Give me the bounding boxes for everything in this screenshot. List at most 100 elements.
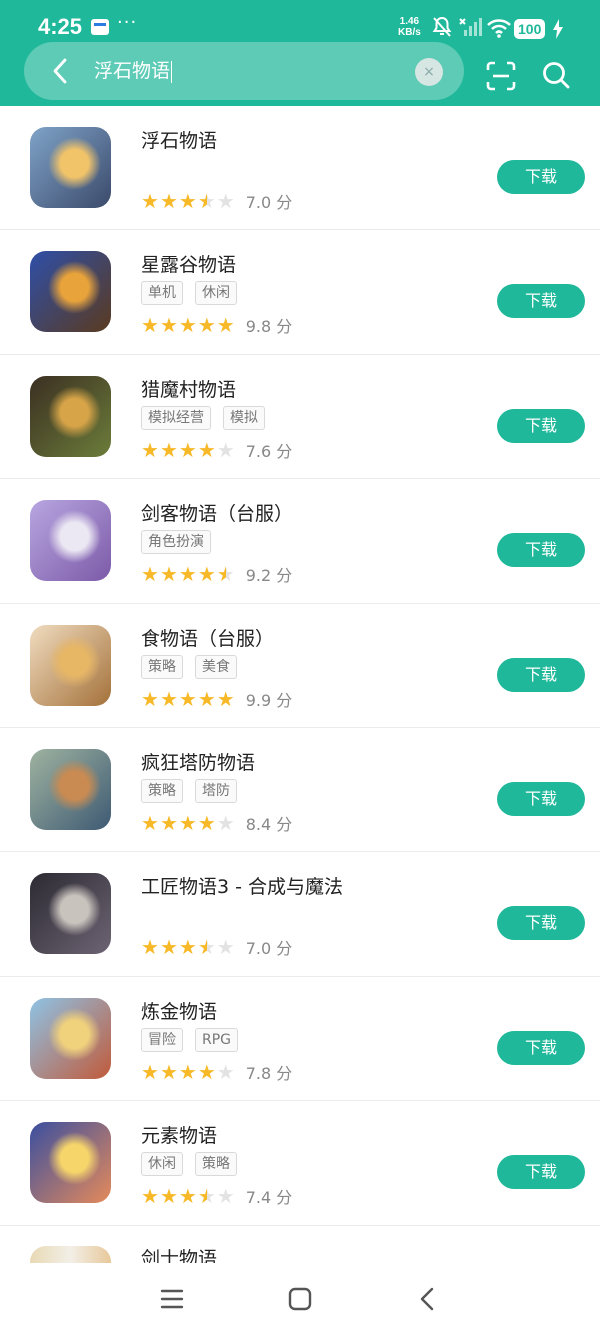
app-icon[interactable] xyxy=(30,748,111,830)
star-icon: ★ xyxy=(197,810,216,835)
wifi-icon xyxy=(487,19,511,38)
app-tag: 策略 xyxy=(141,778,183,803)
app-tag: 休闲 xyxy=(141,1152,183,1177)
scan-icon[interactable] xyxy=(485,60,517,92)
star-icon: ★ xyxy=(141,686,159,711)
app-title[interactable]: 工匠物语3 - 合成与魔法 xyxy=(141,872,343,899)
app-icon[interactable] xyxy=(30,375,111,457)
download-button[interactable]: 下载 xyxy=(497,284,585,319)
star-icon: ★ xyxy=(141,935,159,960)
app-tag: 策略 xyxy=(195,1152,237,1177)
star-icon: ★ xyxy=(178,189,197,213)
download-button[interactable]: 下载 xyxy=(497,657,585,692)
rating-score: 9.8 分 xyxy=(245,317,293,337)
app-tag: 冒险 xyxy=(141,1027,183,1052)
app-icon[interactable] xyxy=(30,127,111,208)
app-tag: 塔防 xyxy=(195,778,237,803)
rating-score: 7.0 分 xyxy=(245,193,293,212)
star-rating: ★ ★ ★ ★ ★ 7.6 分 xyxy=(141,438,292,462)
search-icon[interactable] xyxy=(541,60,571,90)
rating-score: 7.6 分 xyxy=(245,441,293,461)
home-icon[interactable] xyxy=(284,1283,316,1315)
star-icon: ★ xyxy=(141,313,159,338)
star-icon: ★ xyxy=(159,810,178,835)
back-arrow-icon[interactable] xyxy=(46,56,76,86)
app-title[interactable]: 食物语（台服） xyxy=(141,624,274,651)
star-icon: ★ xyxy=(197,562,216,587)
star-icon: ★ xyxy=(159,1059,178,1084)
app-tags: 角色扮演 xyxy=(141,530,211,555)
app-list-item[interactable]: 疯狂塔防物语 策略 塔防 ★ ★ ★ ★ ★ 8.4 分 下载 xyxy=(0,728,600,853)
back-nav-icon[interactable] xyxy=(412,1283,444,1315)
star-icon: ★ xyxy=(216,810,235,835)
star-icon: ★ xyxy=(141,810,159,835)
status-time: 4:25 xyxy=(38,14,83,39)
star-icon: ★ xyxy=(159,189,178,213)
download-button[interactable]: 下载 xyxy=(497,408,585,443)
download-button[interactable]: 下载 xyxy=(497,906,585,941)
app-icon[interactable] xyxy=(30,500,111,582)
star-icon: ★ xyxy=(159,686,178,711)
text-cursor xyxy=(171,60,173,83)
star-icon: ★ xyxy=(178,437,197,462)
star-icon: ★ xyxy=(159,935,178,960)
star-rating: ★ ★ ★ ★ ★ 8.4 分 xyxy=(141,811,292,835)
app-list-item[interactable]: 食物语（台服） 策略 美食 ★ ★ ★ ★ ★ 9.9 分下载 xyxy=(0,604,600,728)
menu-icon[interactable] xyxy=(156,1283,188,1315)
app-list-item[interactable]: 炼金物语冒险 RPG ★ ★ ★ ★ ★ 7.8 分 下载 xyxy=(0,977,600,1102)
search-box[interactable]: 浮石物语 × xyxy=(24,42,464,100)
app-title[interactable]: 炼金物语 xyxy=(141,997,217,1024)
network-speed-unit: KB/s xyxy=(398,27,421,38)
app-title[interactable]: 疯狂塔防物语 xyxy=(141,748,255,775)
app-list-item[interactable]: 猎魔村物语 模拟经营 模拟 ★ ★ ★ ★ ★ 7.6 分下载 xyxy=(0,355,600,480)
app-tag: 美食 xyxy=(195,654,237,679)
app-icon[interactable] xyxy=(30,624,111,706)
app-icon[interactable] xyxy=(30,873,111,955)
star-icon: ★ xyxy=(216,437,235,462)
download-button[interactable]: 下载 xyxy=(497,533,585,568)
app-icon[interactable] xyxy=(30,997,111,1079)
star-icon: ★ xyxy=(159,437,178,462)
star-icon: ★ xyxy=(178,562,197,587)
search-input[interactable]: 浮石物语 xyxy=(94,58,173,84)
star-icon: ★ xyxy=(216,1059,235,1084)
app-tags: 冒险 RPG xyxy=(141,1027,239,1052)
system-navigation-bar xyxy=(0,1263,600,1333)
app-icon[interactable] xyxy=(30,1122,111,1204)
star-icon: ★ xyxy=(178,313,197,338)
search-query: 浮石物语 xyxy=(94,60,171,82)
app-title[interactable]: 猎魔村物语 xyxy=(141,375,236,402)
app-tags: 策略 塔防 xyxy=(141,778,237,803)
star-icon: ★ xyxy=(141,189,159,213)
app-list-item[interactable]: 浮石物语 ★ ★ ★ ★ ★ 7.0 分下载 xyxy=(0,106,600,231)
star-icon: ★ xyxy=(159,1184,178,1209)
app-list-item[interactable]: 工匠物语3 - 合成与魔法 ★ ★ ★ ★ ★ 7.0 分下载 xyxy=(0,852,600,977)
network-speed: 1.46 KB/s xyxy=(398,16,421,38)
clear-search-button[interactable]: × xyxy=(415,58,443,86)
rating-score: 7.4 分 xyxy=(245,1188,293,1208)
download-button[interactable]: 下载 xyxy=(497,781,585,816)
star-icon: ★ xyxy=(216,1184,235,1209)
star-icon: ★ xyxy=(216,562,235,587)
app-icon[interactable] xyxy=(30,251,111,333)
star-rating: ★ ★ ★ ★ ★ 7.8 分 xyxy=(141,1060,292,1084)
search-results-list: 浮石物语 ★ ★ ★ ★ ★ 7.0 分下载 星露谷物语 单机 休闲 ★ ★ ★ ★ ★ 9.8 分下载 猎魔村… xyxy=(0,106,600,1226)
app-list-item[interactable]: 元素物语 休闲 策略 ★ ★ ★ ★ ★ 7.4 分下载 xyxy=(0,1101,600,1226)
download-button[interactable]: 下载 xyxy=(497,1030,585,1065)
app-tags: 休闲 策略 xyxy=(141,1152,237,1177)
app-title[interactable]: 星露谷物语 xyxy=(141,250,236,277)
app-tag: RPG xyxy=(195,1027,239,1052)
app-title[interactable]: 剑客物语（台服） xyxy=(141,499,293,526)
app-tag: 休闲 xyxy=(195,281,237,306)
app-title[interactable]: 浮石物语 xyxy=(141,126,217,153)
status-icons xyxy=(428,16,568,40)
app-title[interactable]: 元素物语 xyxy=(141,1121,217,1148)
app-list-item[interactable]: 星露谷物语 单机 休闲 ★ ★ ★ ★ ★ 9.8 分下载 xyxy=(0,230,600,355)
star-icon: ★ xyxy=(197,1059,216,1084)
star-icon: ★ xyxy=(178,935,197,960)
download-button[interactable]: 下载 xyxy=(497,160,585,194)
app-list-item[interactable]: 剑客物语（台服） 角色扮演 ★ ★ ★ ★ ★ 9.2 分下载 xyxy=(0,479,600,604)
charging-icon xyxy=(553,19,563,39)
rating-score: 7.0 分 xyxy=(245,939,293,959)
download-button[interactable]: 下载 xyxy=(497,1155,585,1190)
